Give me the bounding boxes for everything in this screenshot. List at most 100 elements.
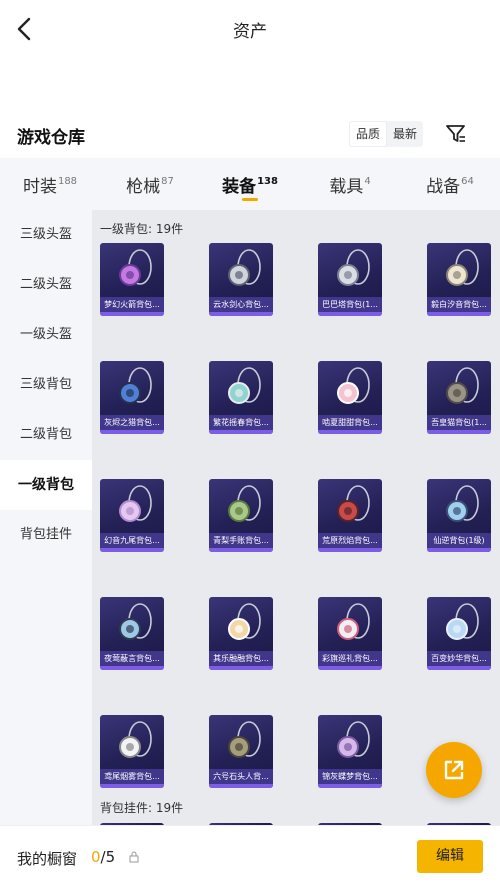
sidebar-item-helmet-lv2[interactable]: 二级头盔 [0, 260, 92, 310]
item-card[interactable]: 青梨手账背包... [209, 479, 273, 552]
tab-count: 138 [257, 176, 278, 187]
backpack-icon [119, 485, 152, 522]
item-quality-bar [100, 784, 164, 788]
backpack-icon [228, 249, 261, 286]
item-name: 仙逆背包(1级) [427, 533, 491, 548]
item-quality-bar [100, 312, 164, 316]
share-fab-button[interactable] [426, 742, 482, 798]
item-card[interactable]: 云水剑心背包... [209, 243, 273, 316]
item-card[interactable]: 巴巴塔背包(1... [318, 243, 382, 316]
sort-option-quality[interactable]: 品质 [349, 121, 388, 147]
item-card[interactable]: 夜莺蔽言背包... [100, 597, 164, 670]
item-card[interactable]: 毅白汐音背包... [427, 243, 491, 316]
sort-option-latest[interactable]: 最新 [387, 121, 423, 147]
item-quality-bar [427, 548, 491, 552]
item-name: 鸢尾烟雾背包... [100, 769, 164, 784]
warehouse-title: 游戏仓库 [17, 128, 85, 148]
tab-firearms[interactable]: 枪械87 [100, 158, 200, 210]
item-quality-bar [100, 548, 164, 552]
backpack-icon [337, 485, 370, 522]
sidebar-item-helmet-lv1[interactable]: 一级头盔 [0, 310, 92, 360]
backpack-icon [228, 367, 261, 404]
subcategory-sidebar: 三级头盔 二级头盔 一级头盔 三级背包 二级背包 一级背包 背包挂件 [0, 210, 92, 825]
backpack-icon [337, 249, 370, 286]
item-quality-bar [209, 784, 273, 788]
tab-supplies[interactable]: 战备64 [400, 158, 500, 210]
item-card[interactable]: 锦灰蝶梦背包... [318, 715, 382, 788]
item-card[interactable]: 幻音九尾背包... [100, 479, 164, 552]
item-card[interactable]: 灰烬之猎背包... [100, 361, 164, 434]
item-name: 荒原烈焰背包... [318, 533, 382, 548]
item-quality-bar [427, 430, 491, 434]
item-quality-bar [318, 548, 382, 552]
sidebar-item-helmet-lv3[interactable]: 三级头盔 [0, 210, 92, 260]
item-name: 六号石头人背... [209, 769, 273, 784]
item-card[interactable]: 繁花摇春背包... [209, 361, 273, 434]
item-name: 幻音九尾背包... [100, 533, 164, 548]
item-name: 吾皇猫背包(1... [427, 415, 491, 430]
item-quality-bar [427, 666, 491, 670]
item-name: 巴巴塔背包(1... [318, 297, 382, 312]
item-name: 繁花摇春背包... [209, 415, 273, 430]
item-quality-bar [318, 784, 382, 788]
warehouse-header: 游戏仓库 品质 最新 [0, 112, 500, 156]
item-card[interactable]: 鸢尾烟雾背包... [100, 715, 164, 788]
backpack-icon [228, 721, 261, 758]
item-card[interactable]: 百变妙华背包... [427, 597, 491, 670]
tab-equipment[interactable]: 装备138 [200, 158, 300, 210]
backpack-icon [228, 485, 261, 522]
item-card[interactable]: 六号石头人背... [209, 715, 273, 788]
tab-count: 188 [57, 176, 78, 187]
item-quality-bar [318, 312, 382, 316]
item-name: 青梨手账背包... [209, 533, 273, 548]
item-card[interactable]: 啮夏甜甜背包... [318, 361, 382, 434]
showcase-count: 0/5 [91, 848, 115, 866]
backpack-icon [446, 603, 479, 640]
showcase-count-current: 0 [91, 848, 101, 866]
tab-fashion[interactable]: 时装188 [0, 158, 100, 210]
active-tab-indicator [242, 198, 258, 201]
item-card[interactable]: 仙逆背包(1级) [427, 479, 491, 552]
tab-count: 87 [161, 176, 174, 187]
filter-button[interactable] [444, 122, 468, 146]
tab-count: 64 [461, 176, 474, 187]
showcase-label: 我的橱窗 [17, 850, 78, 868]
item-grid: 一级背包: 19件 背包挂件: 19件 梦幻火箭背包... 云水剑心背包... 巴巴… [92, 210, 500, 825]
backpack-icon [337, 367, 370, 404]
item-name: 锦灰蝶梦背包... [318, 769, 382, 784]
item-card[interactable]: 吾皇猫背包(1... [427, 361, 491, 434]
showcase-bar: 我的橱窗 0/5 编辑 [0, 825, 500, 885]
page-title: 资产 [233, 22, 267, 42]
item-card[interactable]: 其乐融融背包... [209, 597, 273, 670]
item-quality-bar [100, 666, 164, 670]
item-card[interactable]: 彩旗巡礼背包... [318, 597, 382, 670]
item-card[interactable]: 荒原烈焰背包... [318, 479, 382, 552]
backpack-icon [446, 249, 479, 286]
item-name: 啮夏甜甜背包... [318, 415, 382, 430]
item-quality-bar [427, 312, 491, 316]
edit-button[interactable]: 编辑 [417, 840, 483, 873]
item-card[interactable]: 梦幻火箭背包... [100, 243, 164, 316]
tab-vehicles[interactable]: 载具4 [300, 158, 400, 210]
backpack-icon [446, 485, 479, 522]
tab-label: 枪械 [126, 177, 161, 197]
tab-label: 载具 [329, 177, 364, 197]
item-name: 彩旗巡礼背包... [318, 651, 382, 666]
item-name: 其乐融融背包... [209, 651, 273, 666]
backpack-icon [446, 367, 479, 404]
sidebar-item-backpack-lv2[interactable]: 二级背包 [0, 410, 92, 460]
sidebar-item-backpack-lv1[interactable]: 一级背包 [0, 460, 92, 510]
tab-label: 战备 [426, 177, 461, 197]
backpack-icon [119, 721, 152, 758]
item-name: 灰烬之猎背包... [100, 415, 164, 430]
top-bar: 资产 [0, 0, 500, 58]
sidebar-item-backpack-lv3[interactable]: 三级背包 [0, 360, 92, 410]
item-quality-bar [209, 312, 273, 316]
item-quality-bar [209, 430, 273, 434]
section-label-backpack-charm: 背包挂件: 19件 [100, 801, 184, 815]
item-quality-bar [100, 430, 164, 434]
sidebar-item-backpack-charm[interactable]: 背包挂件 [0, 510, 92, 560]
item-name: 梦幻火箭背包... [100, 297, 164, 312]
backpack-icon [337, 721, 370, 758]
sort-toggle: 品质 最新 [349, 121, 424, 147]
